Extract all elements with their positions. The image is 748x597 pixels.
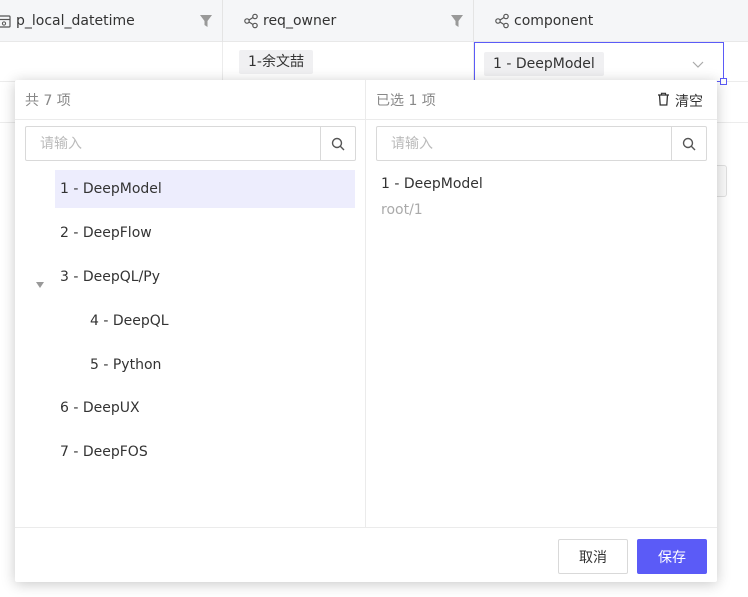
- tree-item-6[interactable]: 6 - DeepUX: [55, 389, 355, 427]
- grid-header: p_local_datetime req_owner component: [0, 0, 748, 42]
- tree-item-label: 2 - DeepFlow: [60, 225, 152, 241]
- selected-search-input[interactable]: [377, 127, 672, 160]
- chevron-down-icon[interactable]: [691, 56, 705, 70]
- cell-req-owner[interactable]: 1-余文喆: [223, 42, 474, 82]
- share-icon: [494, 13, 510, 29]
- filter-icon[interactable]: [198, 13, 214, 29]
- column-header-p-local-datetime[interactable]: p_local_datetime: [0, 0, 223, 42]
- search-icon[interactable]: [320, 127, 355, 160]
- tree-item-3[interactable]: 3 - DeepQL/Py: [55, 258, 355, 296]
- selected-count-label: 已选 1 项: [376, 92, 436, 109]
- column-label: p_local_datetime: [16, 13, 135, 29]
- share-icon: [243, 13, 259, 29]
- options-search-input[interactable]: [26, 127, 321, 160]
- column-header-component[interactable]: component: [474, 0, 748, 42]
- app-root: p_local_datetime req_owner component 1-余…: [0, 0, 748, 597]
- tree-select-dialog: 共 7 项 1 - DeepModel 2 - DeepFlow 3 - Dee…: [15, 80, 717, 582]
- calendar-icon: [0, 13, 12, 29]
- tree-item-5[interactable]: 5 - Python: [85, 346, 355, 384]
- trash-icon: [657, 92, 675, 110]
- column-label: component: [514, 13, 594, 29]
- save-button[interactable]: 保存: [637, 539, 707, 574]
- tree-item-7[interactable]: 7 - DeepFOS: [55, 433, 355, 471]
- fill-handle[interactable]: [720, 78, 727, 85]
- cell-p-local-datetime[interactable]: [0, 42, 223, 82]
- total-count-label: 共 7 项: [25, 92, 71, 109]
- options-pane: 共 7 项 1 - DeepModel 2 - DeepFlow 3 - Dee…: [15, 80, 366, 527]
- tree-item-2[interactable]: 2 - DeepFlow: [55, 214, 355, 252]
- tree-item-label: 4 - DeepQL: [90, 313, 169, 329]
- caret-down-icon[interactable]: [35, 275, 45, 288]
- column-label: req_owner: [263, 13, 337, 29]
- tree-item-1[interactable]: 1 - DeepModel: [55, 170, 355, 208]
- owner-tag: 1-余文喆: [239, 50, 313, 74]
- tree-item-label: 7 - DeepFOS: [60, 444, 148, 460]
- tree-item-label: 1 - DeepModel: [60, 181, 162, 197]
- tree-item-4[interactable]: 4 - DeepQL: [85, 302, 355, 340]
- clear-button[interactable]: 清空: [657, 91, 703, 111]
- selected-item-path: root/1: [381, 202, 423, 218]
- selected-search: [376, 126, 707, 161]
- clear-label: 清空: [675, 94, 703, 110]
- cancel-button[interactable]: 取消: [558, 539, 628, 574]
- selected-pane: 已选 1 项 清空 1 - DeepModel root/1: [366, 80, 717, 527]
- selected-pane-header: 已选 1 项 清空: [366, 80, 717, 120]
- cell-component-editor[interactable]: 1 - DeepModel: [474, 42, 727, 85]
- table-row: 1-余文喆 1 - DeepModel: [0, 42, 748, 85]
- selected-item-label[interactable]: 1 - DeepModel: [381, 176, 483, 192]
- column-header-req-owner[interactable]: req_owner: [223, 0, 474, 42]
- component-tag: 1 - DeepModel: [484, 52, 604, 76]
- dialog-footer: 取消 保存: [15, 527, 717, 582]
- tree-item-label: 5 - Python: [90, 357, 162, 373]
- options-search: [25, 126, 356, 161]
- search-icon[interactable]: [671, 127, 706, 160]
- options-pane-header: 共 7 项: [15, 80, 365, 120]
- tree-item-label: 6 - DeepUX: [60, 400, 140, 416]
- tree-item-label: 3 - DeepQL/Py: [60, 269, 161, 285]
- filter-icon[interactable]: [449, 13, 465, 29]
